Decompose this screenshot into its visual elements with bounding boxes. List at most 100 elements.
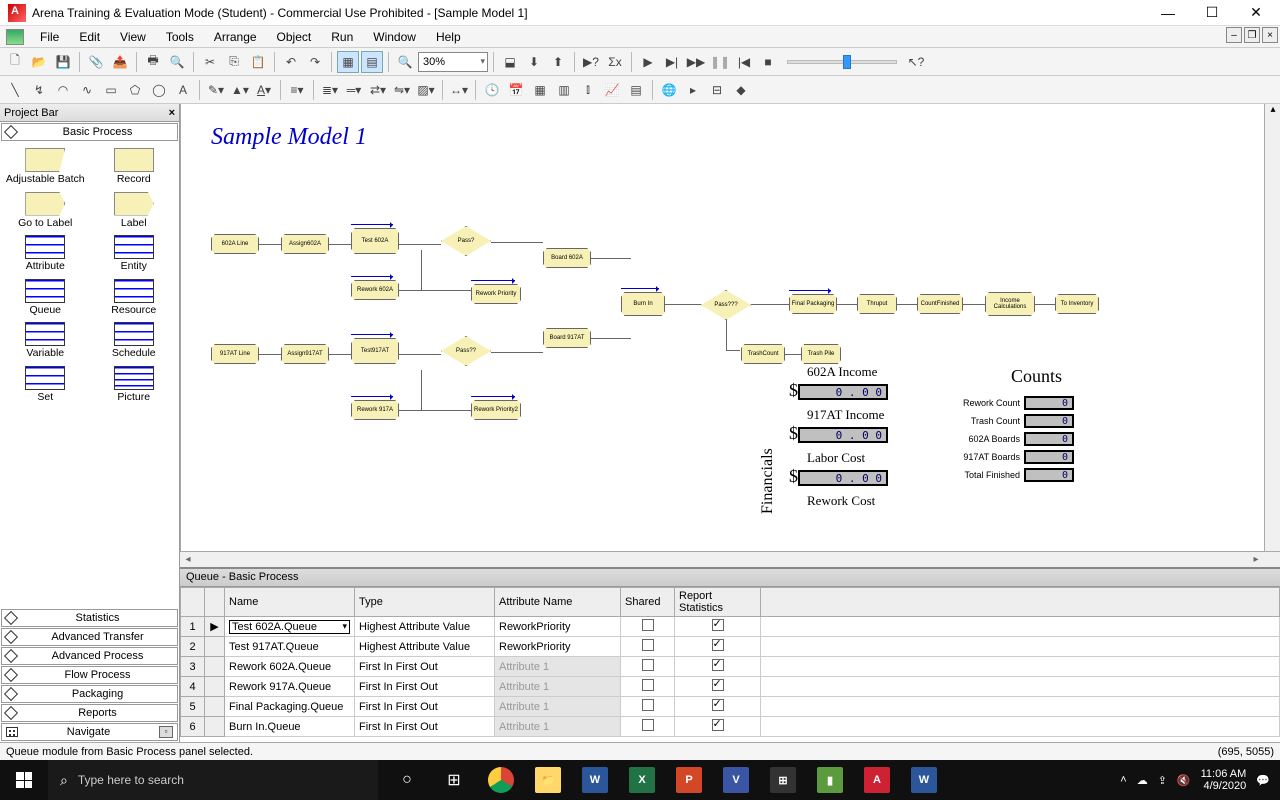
line-width-icon[interactable]: ≡▾ [286,79,308,101]
chrome-icon[interactable] [478,760,524,800]
tray-notifications-icon[interactable]: 💬 [1256,774,1270,787]
menu-file[interactable]: File [30,28,69,46]
menu-tools[interactable]: Tools [156,28,204,46]
table-row[interactable]: 5Final Packaging.QueueFirst In First Out… [181,697,1280,717]
block-test917at[interactable]: Test917AT [351,338,399,364]
go-icon[interactable]: ▶ [637,51,659,73]
block-final-packaging[interactable]: Final Packaging [789,294,837,314]
maximize-button[interactable]: ☐ [1190,0,1234,26]
clock-icon[interactable]: 🕓 [481,79,503,101]
panel-flow-process[interactable]: Flow Process [1,666,178,684]
block-pass-[interactable]: Pass? [441,226,491,256]
table-row[interactable]: 2Test 917AT.QueueHighest Attribute Value… [181,637,1280,657]
module-adjustable-batch[interactable]: Adjustable Batch [2,148,89,186]
variable-display-icon[interactable]: ▦ [529,79,551,101]
copy-icon[interactable]: ⎘ [223,51,245,73]
report-stats-checkbox[interactable] [712,659,724,671]
menu-arrange[interactable]: Arrange [204,28,267,46]
mdi-minimize-button[interactable]: – [1226,27,1242,43]
block-pass-[interactable]: Pass?? [441,336,491,366]
plot-icon[interactable]: 📈 [601,79,623,101]
word2-icon[interactable]: W [901,760,947,800]
panel-basic-process[interactable]: Basic Process [1,123,178,141]
cortana-icon[interactable]: ○ [384,760,430,800]
navigate-down-icon[interactable]: ⬇ [523,51,545,73]
pause-icon[interactable]: ❚❚ [709,51,731,73]
save-icon[interactable]: 💾 [52,51,74,73]
block-board-602a[interactable]: Board 602A [543,248,591,268]
zoom-combo[interactable]: 30%▾ [418,52,488,72]
shared-checkbox[interactable] [642,719,654,731]
report-stats-checkbox[interactable] [712,699,724,711]
mdi-close-button[interactable]: × [1262,27,1278,43]
expression-icon[interactable]: Σx [604,51,626,73]
col-type[interactable]: Type [355,588,495,617]
tray-onedrive-icon[interactable]: ☁ [1137,774,1148,787]
tray-clock[interactable]: 11:06 AM 4/9/2020 [1201,768,1247,792]
global-icon[interactable]: 🌐 [658,79,680,101]
fill-color-icon[interactable]: ✎▾ [205,79,227,101]
close-button[interactable]: ✕ [1234,0,1278,26]
taskbar-search[interactable]: ⌕ Type here to search [48,760,378,800]
text-icon[interactable]: A [172,79,194,101]
tray-dropbox-icon[interactable]: ⇪ [1158,774,1167,787]
open-file-icon[interactable]: 📂 [28,51,50,73]
report-stats-checkbox[interactable] [712,679,724,691]
block-thruput[interactable]: Thruput [857,294,897,314]
block-burn-in[interactable]: Burn In [621,292,665,316]
show-dim-icon[interactable]: ↔▾ [448,79,470,101]
file-explorer-icon[interactable]: 📁 [525,760,571,800]
layers-icon[interactable]: ▦ [337,51,359,73]
fast-forward-icon[interactable]: ▶▶ [685,51,707,73]
resource-icon[interactable]: ▤ [625,79,647,101]
block-rework-priority2[interactable]: Rework Priority2 [471,400,521,420]
block-917at-line[interactable]: 917AT Line [211,344,259,364]
module-record[interactable]: Record [91,148,178,186]
table-row[interactable]: 3Rework 602A.QueueFirst In First OutAttr… [181,657,1280,677]
block-assign917at[interactable]: Assign917AT [281,344,329,364]
block-test-602a[interactable]: Test 602A [351,228,399,254]
box-icon[interactable]: ▭ [100,79,122,101]
horizontal-scrollbar[interactable]: ◂▸ [180,551,1280,567]
module-entity[interactable]: Entity [91,235,178,273]
queue-anim-icon[interactable]: ⊟ [706,79,728,101]
block-pass-[interactable]: Pass??? [701,290,751,320]
panel-reports[interactable]: Reports [1,704,178,722]
line-icon[interactable]: ╲ [4,79,26,101]
col-name[interactable]: Name [225,588,355,617]
module-label[interactable]: Label [91,192,178,230]
block-board-917at[interactable]: Board 917AT [543,328,591,348]
polygon-icon[interactable]: ⬠ [124,79,146,101]
module-picture[interactable]: Picture [91,366,178,404]
level-icon[interactable]: ▥ [553,79,575,101]
histogram-icon[interactable]: ⫾ [577,79,599,101]
arrow-style-icon[interactable]: ⇄▾ [367,79,389,101]
shared-checkbox[interactable] [642,699,654,711]
menu-help[interactable]: Help [426,28,471,46]
menu-edit[interactable]: Edit [69,28,110,46]
task-view-icon[interactable]: ⊞ [431,760,477,800]
module-set[interactable]: Set [2,366,89,404]
visio-icon[interactable]: V [713,760,759,800]
table-row[interactable]: 1▶Test 602A.Queue▾Highest Attribute Valu… [181,617,1280,637]
shared-checkbox[interactable] [642,659,654,671]
hatch-icon[interactable]: ▨▾ [415,79,437,101]
col-report-statistics[interactable]: Report Statistics [675,588,761,617]
context-help-icon[interactable]: ↖? [905,51,927,73]
block-rework-917a[interactable]: Rework 917A [351,400,399,420]
arena-taskbar-icon[interactable]: A [854,760,900,800]
submodel-icon[interactable]: ⬓ [499,51,521,73]
menu-run[interactable]: Run [321,28,363,46]
bezier-icon[interactable]: ∿ [76,79,98,101]
panel-navigate[interactable]: Navigate▫ [1,723,178,741]
menu-window[interactable]: Window [363,28,426,46]
panel-advanced-transfer[interactable]: Advanced Transfer [1,628,178,646]
stop-icon[interactable]: ■ [757,51,779,73]
col-attribute-name[interactable]: Attribute Name [495,588,621,617]
step-icon[interactable]: ▶| [661,51,683,73]
panel-statistics[interactable]: Statistics [1,609,178,627]
app-chart-icon[interactable]: ▮ [807,760,853,800]
block-to-inventory[interactable]: To Inventory [1055,294,1099,314]
word-icon[interactable]: W [572,760,618,800]
check-model-icon[interactable]: ▶? [580,51,602,73]
